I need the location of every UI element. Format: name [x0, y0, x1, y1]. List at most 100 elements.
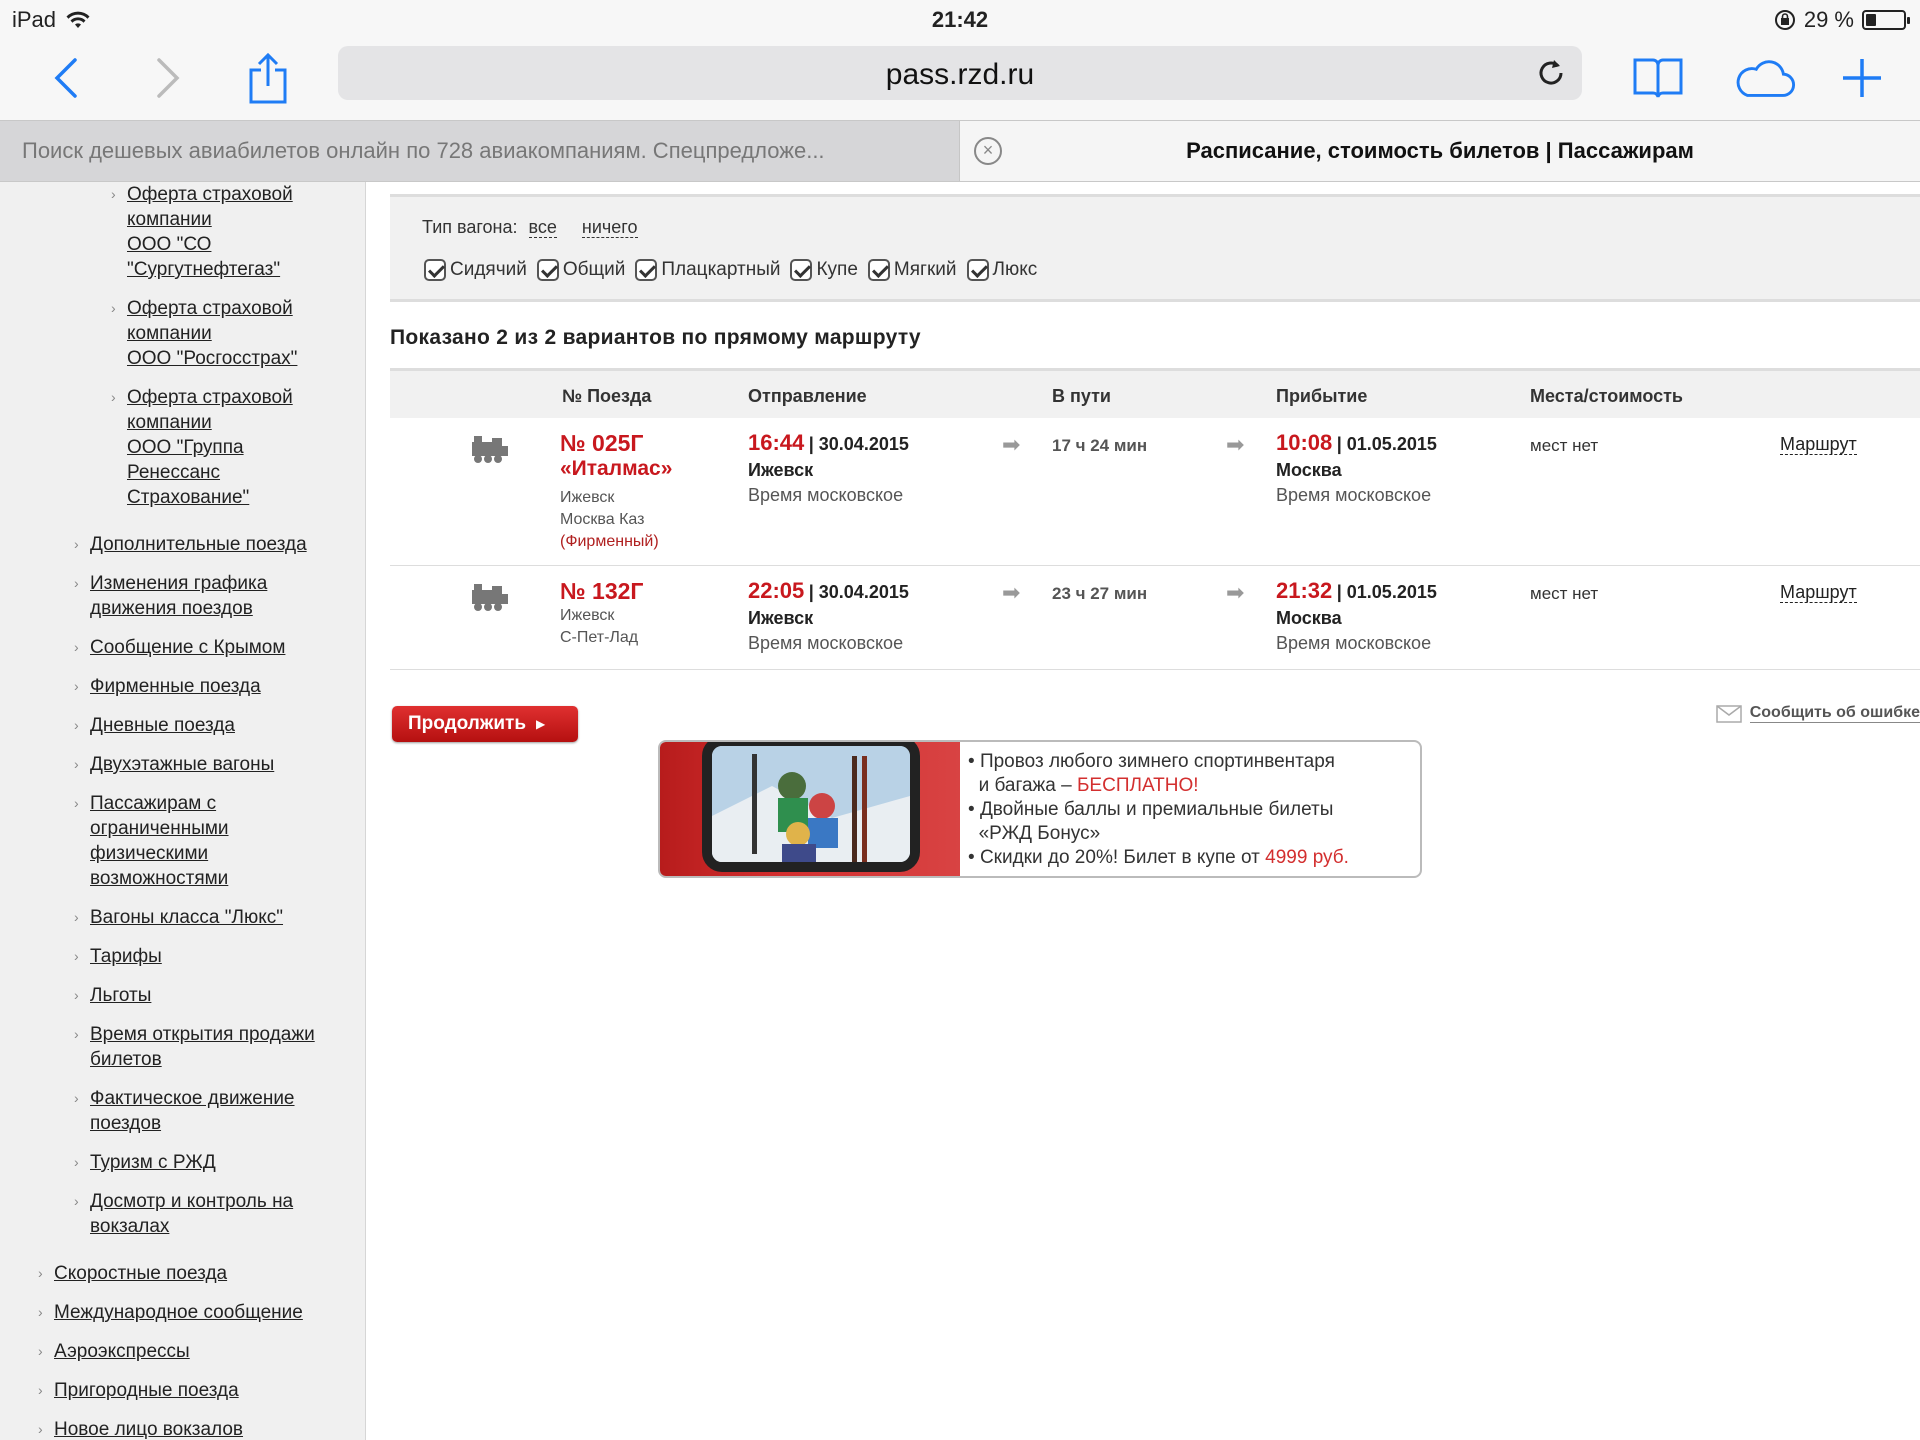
sidebar-item[interactable]: › Аэроэкспрессы — [38, 1339, 190, 1364]
sidebar-item-label[interactable]: Время открытия продажи билетов — [90, 1024, 315, 1070]
checkbox-checked-icon[interactable] — [536, 259, 559, 281]
sidebar-item-label[interactable]: Туризм с РЖД — [90, 1152, 216, 1173]
sidebar-item-line: Скоростные поезда — [54, 1263, 228, 1284]
bullet-icon: › — [111, 389, 116, 405]
bullet-icon: › — [74, 1193, 79, 1209]
sidebar-item-label[interactable]: Вагоны класса "Люкс" — [90, 907, 283, 928]
address-bar[interactable]: pass.rzd.ru — [338, 46, 1582, 100]
sidebar-item[interactable]: › Досмотр и контроль на вокзалах — [74, 1189, 293, 1239]
col-seats: Места/стоимость — [1530, 386, 1683, 406]
back-button[interactable] — [34, 46, 98, 110]
sidebar-item-label[interactable]: Тарифы — [90, 946, 162, 967]
checkbox-checked-icon[interactable] — [867, 259, 890, 281]
checkbox-checked-icon[interactable] — [790, 259, 813, 281]
train-number[interactable]: № 025Г — [560, 430, 672, 457]
arrival-date: | 01.05.2015 — [1336, 434, 1437, 454]
sidebar-item-label[interactable]: Аэроэкспрессы — [54, 1341, 190, 1362]
checkbox-myagkiy[interactable]: Мягкий — [867, 259, 957, 281]
sidebar-item[interactable]: › Новое лицо вокзалов — [38, 1417, 243, 1440]
sidebar-item-label[interactable]: Двухэтажные вагоны — [90, 754, 274, 775]
new-tab-button[interactable] — [1830, 46, 1894, 110]
sidebar-item-label[interactable]: Международное сообщение — [54, 1302, 303, 1323]
checkbox-sidyachiy[interactable]: Сидячий — [424, 259, 527, 281]
close-tab-icon[interactable]: × — [974, 137, 1002, 165]
train-destination: Москва Каз — [560, 511, 645, 528]
sidebar-item-line: поездов — [90, 1113, 162, 1134]
sidebar-item-label[interactable]: Оферта страховой компании ООО "Росгосстра… — [127, 298, 297, 369]
sidebar-item-label[interactable]: Фактическое движение поездов — [90, 1088, 295, 1134]
sidebar-item-label[interactable]: Дневные поезда — [90, 715, 235, 736]
checkbox-checked-icon[interactable] — [966, 259, 989, 281]
forward-button[interactable] — [136, 46, 200, 110]
col-train: № Поезда — [562, 386, 652, 406]
sidebar-item[interactable]: › Время открытия продажи билетов — [74, 1022, 315, 1072]
select-all-link[interactable]: все — [528, 217, 557, 238]
sidebar-item[interactable]: › Оферта страховой компании ООО "Группа Рен… — [111, 385, 293, 510]
wagon-type-checkboxes: Сидячий Общий Плацкартный Купе Мягкий Лю… — [424, 259, 1037, 281]
sidebar-item-label[interactable]: Оферта страховой компании ООО "Группа Рене… — [127, 387, 293, 508]
sidebar-item[interactable]: › Двухэтажные вагоны — [74, 752, 274, 777]
share-button[interactable] — [236, 46, 300, 110]
tab-rzd[interactable]: Расписание, стоимость билетов | Пассажир… — [960, 121, 1920, 181]
bullet-icon: › — [74, 909, 79, 925]
table-row[interactable]: № 025Г «Италмас» Ижевск Москва Каз (Фирм… — [390, 418, 1920, 566]
tab-aviasales[interactable]: Поиск дешевых авиабилетов онлайн по 728 … — [0, 121, 960, 181]
plus-icon — [1843, 59, 1881, 97]
checkbox-lux[interactable]: Люкс — [966, 259, 1037, 281]
sidebar-item[interactable]: › Скоростные поезда — [38, 1261, 227, 1286]
sidebar-item[interactable]: › Международное сообщение — [38, 1300, 303, 1325]
sidebar-item-label[interactable]: Оферта страховой компании ООО "СО "Сургутн… — [127, 184, 293, 280]
promo-banner[interactable]: • Провоз любого зимнего спортинвентаря и… — [658, 740, 1422, 878]
sidebar-item[interactable]: › Дневные поезда — [74, 713, 235, 738]
checkbox-checked-icon[interactable] — [424, 259, 446, 281]
sidebar-item[interactable]: › Пассажирам с ограниченными физическими воз… — [74, 791, 229, 891]
sidebar-item[interactable]: › Оферта страховой компании ООО "Росгосстр… — [111, 296, 297, 371]
checkbox-obshchiy[interactable]: Общий — [536, 259, 625, 281]
sidebar-item[interactable]: › Туризм с РЖД — [74, 1150, 216, 1175]
sidebar-item[interactable]: › Изменения графика движения поездов — [74, 571, 267, 621]
checkbox-platskartny[interactable]: Плацкартный — [635, 259, 780, 281]
sidebar-item-line: Дополнительные поезда — [90, 534, 307, 555]
sidebar-item-label[interactable]: Льготы — [90, 985, 151, 1006]
sidebar-item-line: Фактическое движение — [90, 1088, 295, 1109]
sidebar-item-label[interactable]: Новое лицо вокзалов — [54, 1419, 243, 1440]
report-error-link[interactable]: Сообщить об ошибке — [1715, 704, 1920, 723]
seats-status: мест нет — [1530, 584, 1599, 603]
train-icon — [472, 584, 508, 611]
table-row[interactable]: № 132Г Ижевск С-Пет-Лад 22:05 | 30.04.20… — [390, 566, 1920, 670]
bookmarks-button[interactable] — [1626, 46, 1690, 110]
sidebar-item[interactable]: › Дополнительные поезда — [74, 532, 307, 557]
train-number[interactable]: № 132Г — [560, 578, 643, 605]
departure-city: Ижевск — [748, 608, 814, 628]
sidebar-item-label[interactable]: Пригородные поезда — [54, 1380, 239, 1401]
sidebar-item-label[interactable]: Изменения графика движения поездов — [90, 573, 267, 619]
route-link[interactable]: Маршрут — [1780, 434, 1857, 455]
continue-button[interactable]: Продолжить ▶ — [392, 706, 578, 742]
departure-cell: 22:05 | 30.04.2015 Ижевск Время московск… — [748, 578, 909, 654]
sidebar-item[interactable]: › Оферта страховой компании ООО "СО "Сургут… — [111, 182, 293, 282]
checkbox-checked-icon[interactable] — [635, 259, 658, 281]
sidebar-item-label[interactable]: Пассажирам с ограниченными физическими возм… — [90, 793, 229, 889]
sidebar-item[interactable]: › Вагоны класса "Люкс" — [74, 905, 283, 930]
sidebar-item[interactable]: › Сообщение с Крымом — [74, 635, 285, 660]
train-category: (Фирменный) — [560, 533, 659, 550]
checkbox-kupe[interactable]: Купе — [790, 259, 858, 281]
route-link[interactable]: Маршрут — [1780, 582, 1857, 603]
sidebar-item-label[interactable]: Дополнительные поезда — [90, 534, 307, 555]
sidebar-item[interactable]: › Фактическое движение поездов — [74, 1086, 295, 1136]
sidebar-item[interactable]: › Льготы — [74, 983, 151, 1008]
reload-icon[interactable] — [1534, 56, 1568, 90]
sidebar-item-label[interactable]: Досмотр и контроль на вокзалах — [90, 1191, 293, 1237]
sidebar-item-label[interactable]: Сообщение с Крымом — [90, 637, 285, 658]
sidebar-item-label[interactable]: Скоростные поезда — [54, 1263, 227, 1284]
sidebar-item[interactable]: › Пригородные поезда — [38, 1378, 239, 1403]
chevron-left-icon — [54, 58, 77, 98]
select-none-link[interactable]: ничего — [581, 217, 638, 238]
sidebar-item[interactable]: › Тарифы — [74, 944, 162, 969]
sidebar-item[interactable]: › Фирменные поезда — [74, 674, 261, 699]
arrival-time: 21:32 — [1276, 578, 1333, 603]
icloud-tabs-button[interactable] — [1732, 46, 1796, 110]
sidebar-item-label[interactable]: Фирменные поезда — [90, 676, 261, 697]
sidebar-item-line: ООО "Росгосстрах" — [127, 348, 298, 369]
sidebar-item-line: ООО "Группа — [127, 437, 244, 458]
